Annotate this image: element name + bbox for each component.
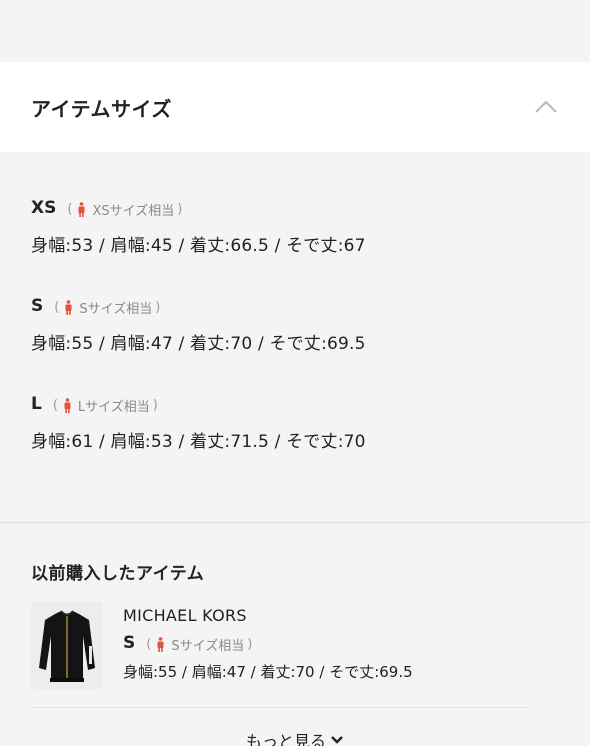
size-name: XS bbox=[31, 198, 57, 218]
show-more-label: もっと見る bbox=[245, 732, 326, 746]
item-size-header[interactable]: アイテムサイズ bbox=[0, 62, 590, 152]
previous-purchases-title: 以前購入したアイテム bbox=[31, 564, 205, 584]
show-more-button[interactable]: もっと見る bbox=[31, 728, 559, 746]
person-icon bbox=[65, 300, 72, 315]
list-item[interactable]: MICHAEL KORS S ( Sサイズ相当 ) 身幅:55 / 肩幅:47 … bbox=[31, 602, 530, 708]
person-icon bbox=[157, 637, 164, 652]
size-row-xs: XS ( XSサイズ相当 ) 身幅:53 / 肩幅:45 / 着丈:66.5 /… bbox=[31, 198, 559, 256]
size-measurements: 身幅:61 / 肩幅:53 / 着丈:71.5 / そで丈:70 bbox=[31, 432, 366, 452]
size-equivalent: ( Sサイズ相当 ) bbox=[146, 637, 253, 654]
section-title: アイテムサイズ bbox=[31, 96, 172, 121]
size-name: S bbox=[31, 296, 44, 316]
brand-name: MICHAEL KORS bbox=[123, 606, 247, 625]
product-thumbnail[interactable] bbox=[31, 602, 103, 689]
person-icon bbox=[78, 202, 85, 217]
size-measurements: 身幅:55 / 肩幅:47 / 着丈:70 / そで丈:69.5 bbox=[123, 663, 413, 681]
size-equivalent: ( Sサイズ相当 ) bbox=[54, 300, 161, 317]
size-equivalent-label: Lサイズ相当 bbox=[77, 400, 150, 415]
size-measurements: 身幅:55 / 肩幅:47 / 着丈:70 / そで丈:69.5 bbox=[31, 334, 366, 354]
size-equivalent-label: XSサイズ相当 bbox=[92, 204, 175, 219]
size-row-l: L ( Lサイズ相当 ) 身幅:61 / 肩幅:53 / 着丈:71.5 / そ… bbox=[31, 394, 559, 452]
size-equivalent: ( Lサイズ相当 ) bbox=[52, 398, 158, 415]
person-icon bbox=[64, 398, 71, 413]
size-list: XS ( XSサイズ相当 ) 身幅:53 / 肩幅:45 / 着丈:66.5 /… bbox=[0, 152, 590, 482]
previous-purchases: 以前購入したアイテム MICHAEL KORS S (Sサイズ相当) 身幅:… bbox=[0, 523, 590, 746]
chevron-down-icon bbox=[330, 735, 344, 745]
size-equivalent: ( XSサイズ相当 ) bbox=[67, 202, 183, 219]
chevron-up-icon[interactable] bbox=[532, 93, 560, 121]
size-equivalent-label: Sサイズ相当 bbox=[79, 302, 153, 317]
size-row-s: S ( Sサイズ相当 ) 身幅:55 / 肩幅:47 / 着丈:70 / そで丈… bbox=[31, 296, 559, 354]
top-spacer bbox=[0, 0, 590, 62]
size-measurements: 身幅:53 / 肩幅:45 / 着丈:66.5 / そで丈:67 bbox=[31, 236, 366, 256]
size-equivalent-label: Sサイズ相当 bbox=[171, 639, 245, 654]
size-name: S bbox=[123, 633, 136, 653]
size-name: L bbox=[31, 394, 42, 414]
